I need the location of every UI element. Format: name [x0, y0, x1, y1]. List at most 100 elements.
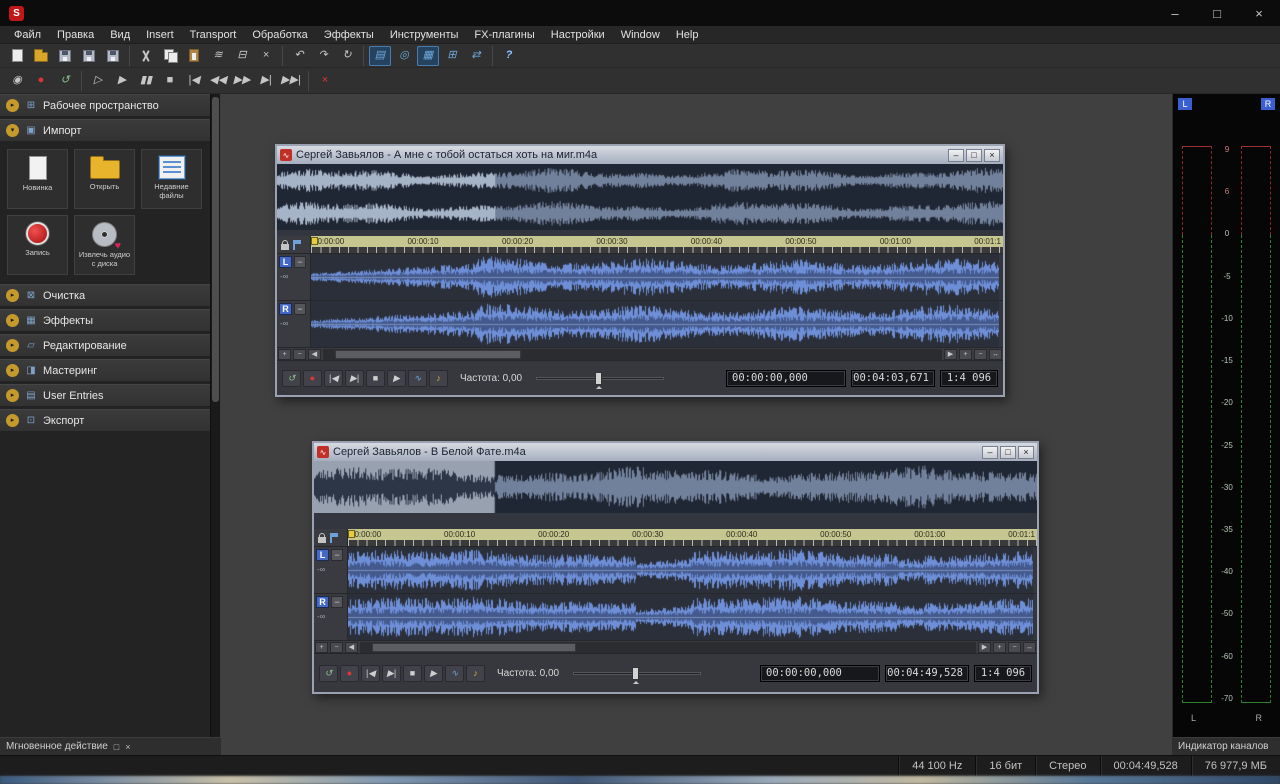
lock-icon[interactable] — [318, 537, 326, 543]
channel-collapse-button[interactable]: − — [294, 303, 306, 315]
rewind-button[interactable]: ◀◀ — [207, 71, 229, 91]
app-close-button[interactable]: × — [1238, 0, 1280, 26]
mix-button[interactable]: ≋ — [207, 46, 229, 66]
save-button[interactable] — [54, 46, 76, 66]
playhead-marker[interactable] — [348, 530, 355, 538]
loop-playback-button[interactable]: ↺ — [282, 370, 301, 387]
zoom-in-vertical-button[interactable]: + — [993, 642, 1006, 653]
mastering-section-header[interactable]: ▸ ◨ Мастеринг — [0, 359, 210, 381]
snap-grid-button[interactable]: ▦ — [417, 46, 439, 66]
app-maximize-button[interactable]: □ — [1196, 0, 1238, 26]
window-maximize-button[interactable]: □ — [1000, 446, 1016, 459]
left-channel-waveform[interactable] — [348, 547, 1033, 593]
help-button[interactable]: ? — [498, 46, 520, 66]
monitor-button[interactable]: ♪ — [429, 370, 448, 387]
tools-menu-item[interactable]: Инструменты — [382, 29, 467, 41]
import-section-header[interactable]: ▾ ▣ Импорт — [0, 119, 210, 141]
overview-waveform[interactable] — [314, 461, 1037, 513]
new-file-button[interactable] — [6, 46, 28, 66]
marker-drop-icon[interactable] — [293, 240, 295, 250]
lock-icon[interactable] — [281, 244, 289, 250]
window-close-button[interactable]: × — [1018, 446, 1034, 459]
zoom-in-vertical-button[interactable]: + — [959, 349, 972, 360]
record-button[interactable]: ● — [30, 71, 52, 91]
cleanup-section-header[interactable]: ▸ ⊠ Очистка — [0, 284, 210, 306]
effects-section-header[interactable]: ▸ ▦ Эффекты — [0, 309, 210, 331]
meter-bar-right[interactable] — [1241, 146, 1271, 703]
open-file-button[interactable] — [30, 46, 52, 66]
meter-bar-left[interactable] — [1182, 146, 1212, 703]
zoom-tool-button[interactable]: ◎ — [393, 46, 415, 66]
window-menu-item[interactable]: Window — [613, 29, 668, 41]
window-titlebar[interactable]: ∿ Сергей Завьялов - В Белой Фате.m4a – □… — [314, 443, 1037, 461]
refresh-button[interactable]: ⇄ — [465, 46, 487, 66]
record-button[interactable]: Запись — [7, 215, 68, 275]
app-titlebar[interactable]: S – □ × — [0, 0, 1280, 26]
playback-speed-slider[interactable] — [573, 666, 701, 681]
channel-collapse-button[interactable]: − — [294, 256, 306, 268]
play-button[interactable]: ▶ — [387, 370, 406, 387]
window-minimize-button[interactable]: – — [948, 149, 964, 162]
zoom-in-button[interactable]: + — [278, 349, 291, 360]
edit-tool-button[interactable]: ∿ — [408, 370, 427, 387]
edit-menu-item[interactable]: Правка — [49, 29, 102, 41]
open-button[interactable]: Открыть — [74, 149, 135, 209]
slider-thumb[interactable] — [632, 667, 639, 680]
record-remote-button[interactable]: ◉ — [6, 71, 28, 91]
right-channel-waveform[interactable] — [311, 301, 999, 347]
go-to-start-button[interactable]: |◀ — [361, 665, 380, 682]
window-titlebar[interactable]: ∿ Сергей Завьялов - А мне с тобой остать… — [277, 146, 1003, 164]
view-menu-item[interactable]: Вид — [102, 29, 138, 41]
left-channel-button[interactable]: L — [279, 256, 292, 268]
cut-button[interactable] — [135, 46, 157, 66]
stop-button[interactable]: ■ — [159, 71, 181, 91]
right-channel-button[interactable]: R — [316, 596, 329, 608]
zoom-out-button[interactable]: − — [330, 642, 343, 653]
transport-menu-item[interactable]: Transport — [182, 29, 245, 41]
zoom-fit-button[interactable]: ↔ — [989, 349, 1002, 360]
loop-playback-button[interactable]: ↺ — [54, 71, 76, 91]
file-menu-item[interactable]: Файл — [6, 29, 49, 41]
time-ruler[interactable]: 00:00:0000:00:1000:00:2000:00:3000:00:40… — [348, 529, 1037, 546]
options-menu-item[interactable]: Настройки — [543, 29, 613, 41]
window-maximize-button[interactable]: □ — [966, 149, 982, 162]
fx-plugins-menu-item[interactable]: FX-плагины — [466, 29, 542, 41]
zoom-out-vertical-button[interactable]: − — [1008, 642, 1021, 653]
left-channel-button[interactable]: L — [316, 549, 329, 561]
undo-button[interactable]: ↶ — [288, 46, 310, 66]
sidebar-scrollbar-thumb[interactable] — [212, 97, 219, 402]
scrollbar-thumb[interactable] — [335, 350, 521, 359]
app-minimize-button[interactable]: – — [1154, 0, 1196, 26]
workspace-section-header[interactable]: ▸ ⊞ Рабочее пространство — [0, 94, 210, 116]
window-minimize-button[interactable]: – — [982, 446, 998, 459]
right-channel-button[interactable]: R — [279, 303, 292, 315]
chain-editor-button[interactable]: ▤ — [369, 46, 391, 66]
play-all-button[interactable]: ▷ — [87, 71, 109, 91]
new-button[interactable]: Новинка — [7, 149, 68, 209]
go-to-end-button[interactable]: ▶| — [255, 71, 277, 91]
fast-forward-button[interactable]: ▶▶ — [231, 71, 253, 91]
save-as-button[interactable] — [78, 46, 100, 66]
scrollbar-track[interactable] — [323, 349, 942, 360]
channel-collapse-button[interactable]: − — [331, 549, 343, 561]
scroll-left-button[interactable]: ◀ — [308, 349, 321, 360]
float-panel-icon[interactable]: □ — [114, 742, 119, 752]
trim-button[interactable]: ⊟ — [231, 46, 253, 66]
marker-drop-icon[interactable] — [330, 533, 332, 543]
zoom-in-button[interactable]: + — [315, 642, 328, 653]
loop-playback-button[interactable]: ↺ — [319, 665, 338, 682]
go-to-end-button[interactable]: ▶| — [345, 370, 364, 387]
arrange-windows-button[interactable]: ⊞ — [441, 46, 463, 66]
zoom-out-vertical-button[interactable]: − — [974, 349, 987, 360]
paste-button[interactable] — [183, 46, 205, 66]
record-button[interactable]: ● — [303, 370, 322, 387]
play-button[interactable]: ▶ — [111, 71, 133, 91]
redo-button[interactable]: ↷ — [312, 46, 334, 66]
scrollbar-track[interactable] — [360, 642, 976, 653]
right-channel-waveform[interactable] — [348, 594, 1033, 640]
pause-button[interactable]: ▮▮ — [135, 71, 157, 91]
monitor-button[interactable]: ♪ — [466, 665, 485, 682]
edit-tool-button[interactable]: ∿ — [445, 665, 464, 682]
go-to-start-button[interactable]: |◀ — [324, 370, 343, 387]
render-as-button[interactable] — [102, 46, 124, 66]
